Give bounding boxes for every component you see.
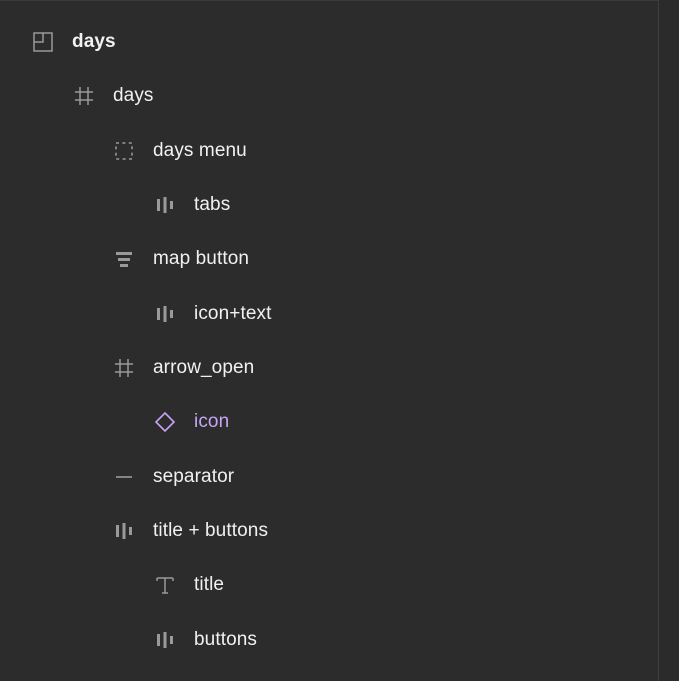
autolayout-horizontal-icon xyxy=(113,520,135,542)
layer-label: arrow_open xyxy=(153,357,255,378)
group-dashed-icon xyxy=(113,140,135,162)
layer-label: tabs xyxy=(194,194,231,215)
autolayout-horizontal-icon xyxy=(154,194,176,216)
frame-icon xyxy=(113,357,135,379)
autolayout-horizontal-icon xyxy=(154,303,176,325)
line-icon xyxy=(113,466,135,488)
layer-label: icon+text xyxy=(194,303,272,324)
layers-panel: days days days menu tabs map button icon… xyxy=(0,0,679,681)
layer-row-icon-instance[interactable]: icon xyxy=(154,395,229,449)
autolayout-vertical-icon xyxy=(113,248,135,270)
layer-row-days-section[interactable]: days xyxy=(32,15,116,69)
layer-row-title[interactable]: title xyxy=(154,558,224,612)
layer-label: icon xyxy=(194,411,230,432)
layer-label: map button xyxy=(153,248,250,269)
layer-label: separator xyxy=(153,466,235,487)
layer-row-title-buttons[interactable]: title + buttons xyxy=(113,504,268,558)
layer-row-days-frame[interactable]: days xyxy=(73,69,154,123)
layer-label: days menu xyxy=(153,140,247,161)
layer-row-buttons[interactable]: buttons xyxy=(154,613,257,667)
layer-row-map-button[interactable]: map button xyxy=(113,232,249,286)
panel-top-border xyxy=(0,0,658,1)
layer-row-days-menu[interactable]: days menu xyxy=(113,124,247,178)
layer-row-separator[interactable]: separator xyxy=(113,450,234,504)
scrollbar[interactable] xyxy=(658,0,679,681)
autolayout-horizontal-icon xyxy=(154,629,176,651)
layer-label: title xyxy=(194,574,225,595)
text-icon xyxy=(154,574,176,596)
layer-label: title + buttons xyxy=(153,520,269,541)
section-icon xyxy=(32,31,54,53)
layer-label: days xyxy=(113,85,154,106)
layer-row-tabs[interactable]: tabs xyxy=(154,178,230,232)
layer-label: days xyxy=(72,31,116,52)
layer-label: buttons xyxy=(194,629,258,650)
instance-diamond-icon xyxy=(154,411,176,433)
layer-row-arrow-open[interactable]: arrow_open xyxy=(113,341,254,395)
frame-icon xyxy=(73,85,95,107)
layer-row-icon-text[interactable]: icon+text xyxy=(154,287,271,341)
